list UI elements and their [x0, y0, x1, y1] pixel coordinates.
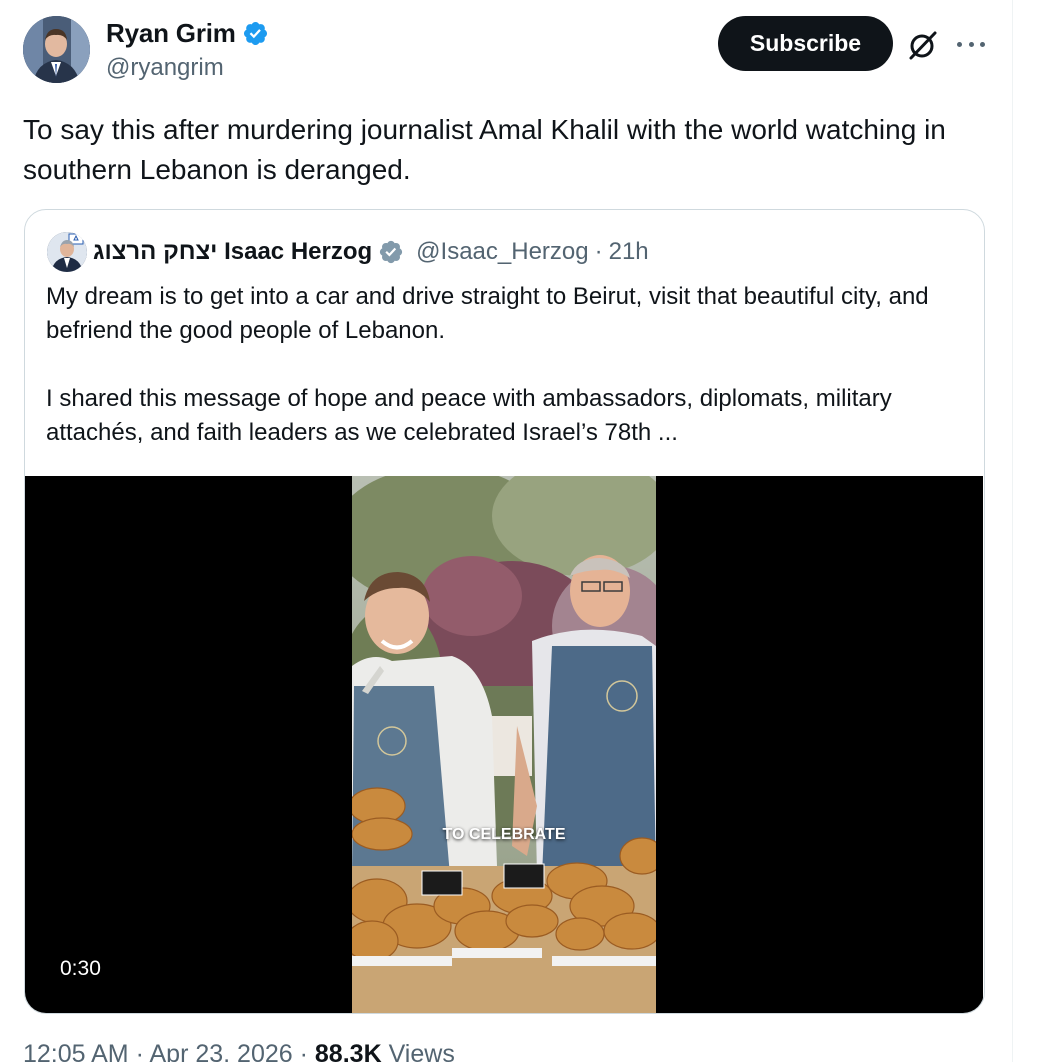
gray-verified-badge-icon — [380, 240, 403, 264]
video-thumbnail: TO CELEBRATE — [352, 476, 656, 1013]
views-label: Views — [388, 1040, 455, 1062]
author-name[interactable]: Ryan Grim — [106, 18, 236, 49]
separator-dot: · — [135, 1040, 144, 1062]
grok-icon[interactable] — [906, 28, 940, 62]
author-handle[interactable]: @ryangrim — [106, 54, 224, 82]
quoted-author-handle[interactable]: @Isaac_Herzog — [416, 238, 588, 266]
video-caption: TO CELEBRATE — [442, 826, 566, 843]
verified-badge-icon — [243, 21, 267, 46]
author-name-row: Ryan Grim — [106, 18, 269, 49]
separator-dot: · — [594, 238, 603, 265]
quoted-tweet-header: יצחק הרצוג Isaac Herzog @Isaac_Herzog · … — [47, 232, 649, 272]
separator-dot: · — [299, 1040, 308, 1062]
subscribe-button[interactable]: Subscribe — [718, 16, 893, 71]
post-time[interactable]: 12:05 AM — [23, 1040, 129, 1062]
quoted-author-avatar[interactable] — [47, 232, 87, 272]
video-duration: 0:30 — [47, 948, 114, 990]
video-player[interactable]: TO CELEBRATE 0:30 — [25, 476, 983, 1013]
views-count: 88.3K — [314, 1040, 382, 1062]
quoted-tweet-card[interactable]: יצחק הרצוג Isaac Herzog @Isaac_Herzog · … — [24, 209, 985, 1014]
tweet-text: To say this after murdering journalist A… — [23, 114, 946, 185]
tweet-meta: 12:05 AM · Apr 23, 2026 · 88.3K Views — [23, 1040, 455, 1062]
more-options-icon[interactable] — [957, 32, 985, 56]
author-avatar[interactable] — [23, 16, 90, 83]
quoted-author-name[interactable]: יצחק הרצוג Isaac Herzog — [93, 238, 372, 266]
quoted-timestamp[interactable]: 21h — [609, 238, 649, 266]
quoted-tweet-text: My dream is to get into a car and drive … — [46, 283, 929, 446]
post-date[interactable]: Apr 23, 2026 — [150, 1040, 293, 1062]
column-divider — [1012, 0, 1013, 1062]
